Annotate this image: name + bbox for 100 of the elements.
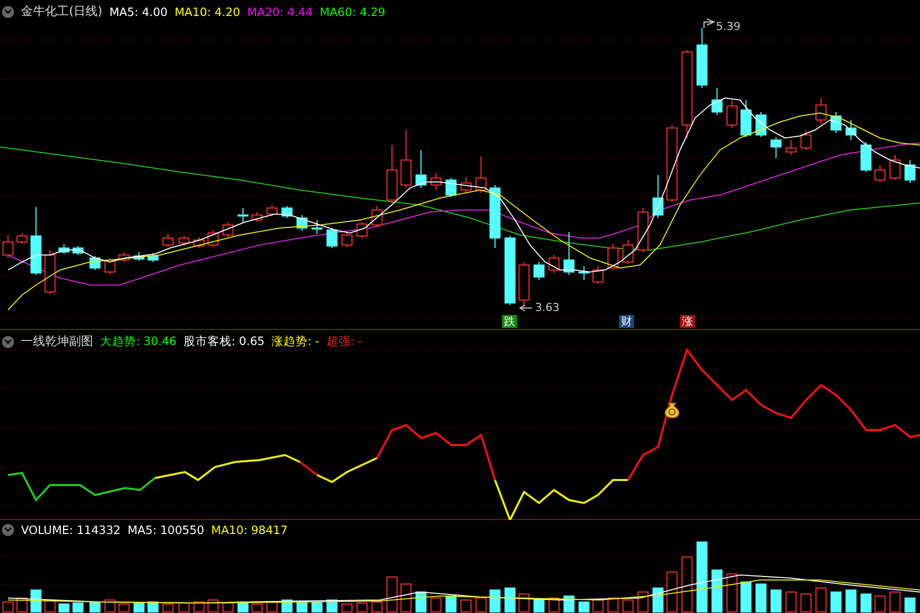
volume-bar	[30, 590, 42, 612]
candlestick	[740, 100, 752, 138]
candlestick	[162, 234, 174, 248]
volume-bar	[696, 542, 708, 612]
indicator-value: MA20: 4.44	[247, 4, 313, 18]
volume-bar	[740, 582, 752, 612]
volume-bar	[860, 594, 872, 612]
candlestick	[816, 98, 826, 124]
candlestick	[534, 262, 544, 280]
candlestick	[638, 208, 648, 252]
volume-bar	[238, 602, 248, 612]
candlestick	[400, 130, 412, 188]
price-label: 5.39	[716, 20, 740, 33]
collapse-icon[interactable]	[2, 524, 14, 536]
candlestick	[490, 184, 500, 248]
event-marker: 跌	[502, 315, 517, 328]
indicator-value: VOLUME: 114332	[21, 523, 121, 537]
candlestick	[118, 252, 130, 262]
volume-bar	[90, 602, 100, 612]
candlestick	[476, 156, 486, 194]
candlestick	[238, 208, 248, 222]
candlestick	[608, 244, 618, 270]
candlestick	[622, 240, 634, 264]
candlestick	[386, 144, 398, 204]
volume-bar	[652, 588, 664, 612]
candlestick	[874, 164, 886, 182]
candlestick	[890, 154, 900, 180]
indicator-value: MA60: 4.29	[320, 4, 386, 18]
volume-bar	[712, 570, 722, 612]
candlestick	[72, 246, 84, 256]
candlestick	[134, 252, 144, 262]
candlestick	[16, 232, 28, 244]
indicator-value: 股市客栈: 0.65	[183, 334, 265, 349]
candlestick	[846, 120, 856, 140]
price-label: 3.63	[535, 301, 560, 314]
event-marker: 财	[619, 315, 634, 328]
candlestick	[696, 28, 708, 88]
indicator-value: MA10: 98417	[211, 523, 288, 537]
candlestick	[800, 130, 812, 150]
volume-bar	[578, 602, 590, 612]
candlestick	[266, 204, 278, 216]
pane-title: 金牛化工(日线)	[21, 3, 102, 20]
volume-bar	[756, 584, 766, 612]
candlestick	[592, 266, 604, 284]
indicator-value: MA5: 100550	[128, 523, 204, 537]
candlestick	[2, 234, 14, 258]
volume-bar	[296, 602, 308, 612]
collapse-icon[interactable]	[2, 6, 14, 18]
pointer-arrow-icon	[704, 18, 716, 28]
candlestick	[446, 178, 456, 198]
candlestick	[342, 232, 352, 248]
indicator-value: 超强: -	[326, 334, 362, 349]
candlestick	[564, 232, 574, 276]
candlestick	[726, 100, 738, 128]
candlestick	[904, 160, 916, 184]
money-bag-icon	[664, 402, 680, 418]
candlestick	[830, 112, 842, 134]
candlestick	[58, 244, 70, 254]
candlestick	[222, 222, 234, 238]
volume-bar	[534, 600, 544, 612]
indicator-value: MA5: 4.00	[109, 4, 168, 18]
volume-bar	[846, 590, 856, 612]
candlestick	[652, 174, 664, 218]
event-marker: 涨	[680, 315, 695, 328]
volume-bar	[148, 602, 158, 612]
candlestick	[460, 176, 472, 192]
candlestick	[860, 142, 872, 172]
volume-bar	[312, 602, 322, 612]
collapse-icon[interactable]	[2, 336, 14, 348]
candlestick	[252, 212, 262, 222]
volume-bar	[830, 592, 842, 612]
candlestick	[30, 206, 42, 276]
pointer-arrow-icon	[519, 304, 532, 312]
volume-bar	[770, 590, 782, 612]
volume-bar	[58, 604, 70, 612]
volume-bar	[904, 598, 916, 612]
volume-bar	[564, 596, 574, 612]
candlestick	[326, 228, 338, 248]
candlestick	[416, 150, 426, 188]
volume-bar	[446, 596, 456, 612]
candlestick	[296, 214, 308, 232]
volume-bar	[72, 602, 84, 612]
candlestick	[194, 236, 204, 248]
pane-title: 一线乾坤副图	[21, 333, 93, 350]
indicator-value: 涨趋势: -	[272, 334, 320, 349]
indicator-value: MA10: 4.20	[174, 4, 240, 18]
candlestick	[282, 206, 292, 218]
candlestick	[504, 236, 516, 306]
volume-bar	[416, 592, 426, 612]
volume-bar	[490, 590, 500, 612]
candlestick	[44, 250, 56, 294]
candlestick	[578, 266, 590, 280]
candlestick	[756, 112, 766, 138]
candlestick	[178, 236, 190, 246]
candlestick	[312, 220, 322, 234]
candlestick	[148, 252, 158, 262]
candlestick	[786, 140, 796, 156]
candlestick	[518, 262, 530, 308]
candlestick	[770, 136, 782, 158]
candlestick	[430, 172, 442, 190]
